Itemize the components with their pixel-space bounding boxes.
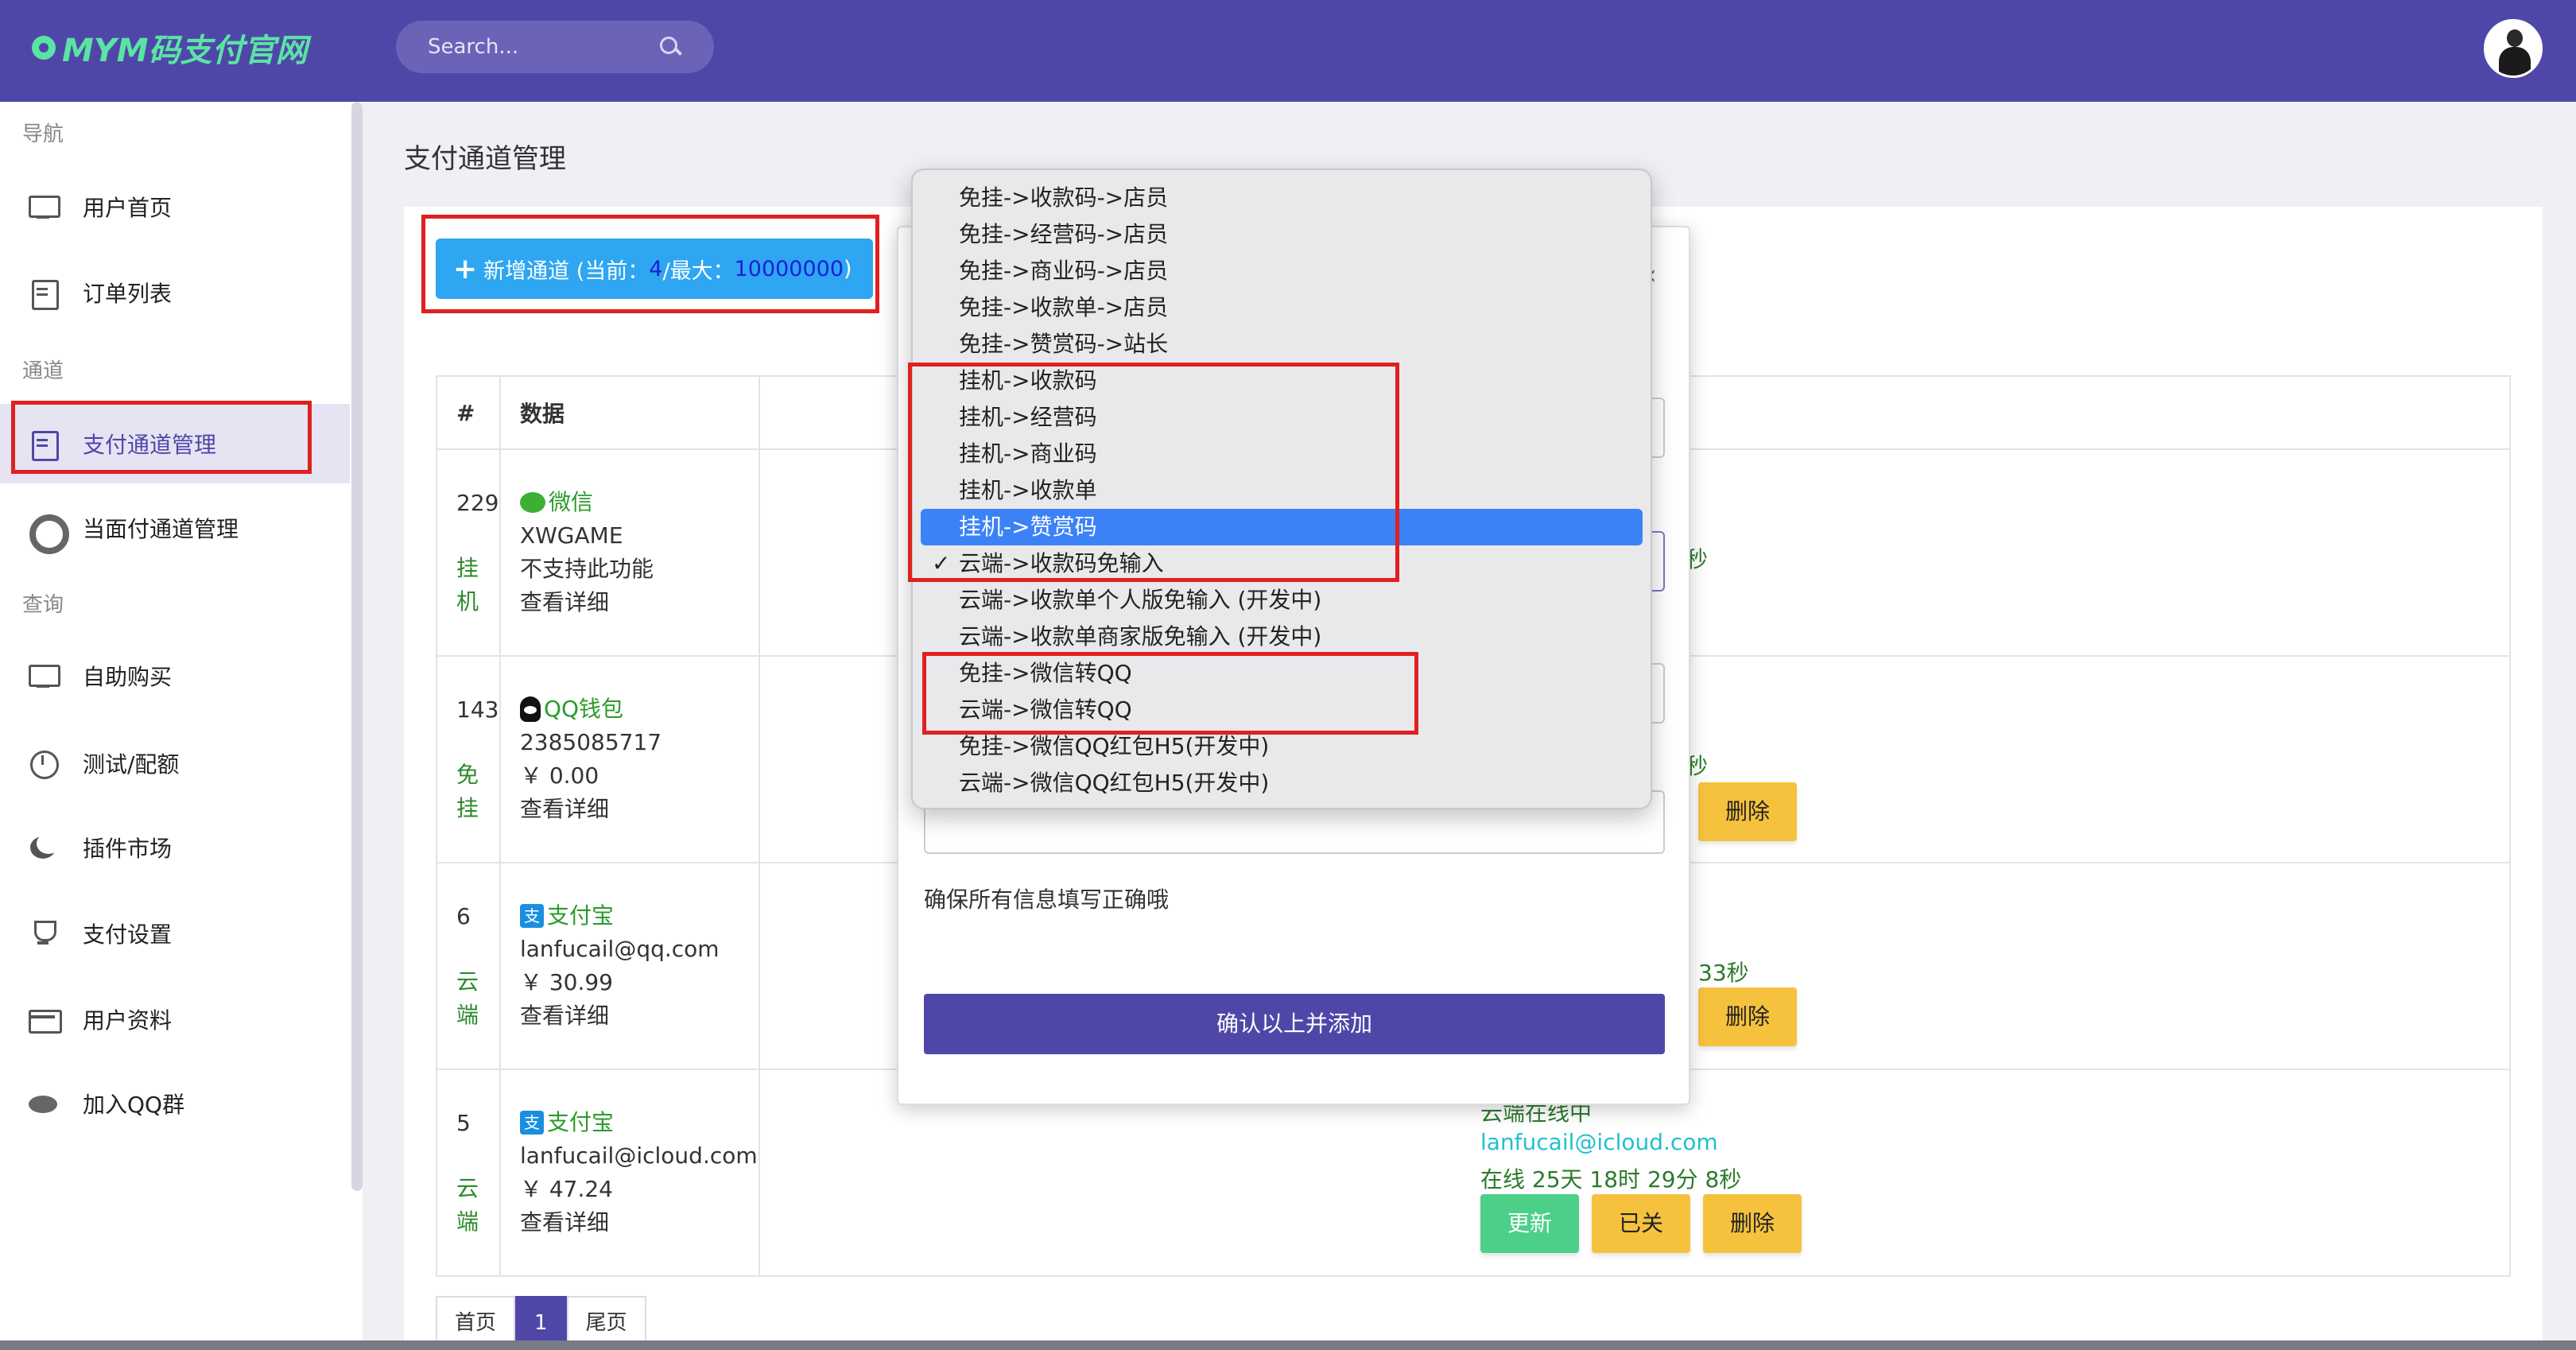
sidebar-scrollbar[interactable] (351, 102, 363, 1191)
row-type: 挂机 (456, 555, 479, 615)
dropdown-option[interactable]: 云端->微信QQ红包H5(开发中) (921, 765, 1643, 801)
status-online-time: 在线 25天 18时 29分 8秒 (1480, 1166, 1742, 1193)
top-bar: MYM码支付官网 Search... (0, 0, 2576, 102)
row-channel: 微信 (519, 486, 758, 519)
row-id: 143 (456, 696, 499, 723)
modal-note: 确保所有信息填写正确哦 (924, 886, 1170, 913)
search-input[interactable]: Search... (428, 35, 658, 59)
row-account: XWGAME (519, 522, 623, 549)
database-icon (27, 1088, 59, 1119)
row-detail-link[interactable]: 查看详细 (520, 586, 758, 619)
row-type: 云端 (456, 968, 479, 1028)
toggle-off-button[interactable]: 已关 (1592, 1194, 1691, 1253)
sidebar-item-f2f-channel[interactable]: 当面付通道管理 (0, 488, 350, 568)
annotation-box-sidebar (11, 401, 312, 474)
row-channel: QQ钱包 (519, 692, 758, 726)
sidebar-item-home[interactable]: 用户首页 (0, 167, 350, 246)
confirm-add-button[interactable]: 确认以上并添加 (924, 994, 1665, 1054)
sidebar-item-label: 支付设置 (83, 921, 173, 948)
card-icon (27, 1003, 62, 1035)
logo-text: MYM码支付官网 (62, 33, 308, 69)
row-detail-link[interactable]: 查看详细 (520, 999, 758, 1033)
sidebar-item-plugin-market[interactable]: 插件市场 (0, 808, 350, 887)
window-bottom-bar (0, 1340, 2576, 1350)
monitor-icon (27, 660, 60, 692)
delete-button[interactable]: 删除 (1703, 1194, 1802, 1253)
dropdown-option[interactable]: 免挂->收款码->店员 (921, 180, 1643, 216)
sidebar-item-qq-group[interactable]: 加入QQ群 (0, 1064, 350, 1143)
sidebar-item-pay-settings[interactable]: 支付设置 (0, 894, 350, 973)
dropdown-option[interactable]: 云端->收款单商家版免输入 (开发中) (921, 619, 1643, 655)
row-balance: ￥ 30.99 (519, 969, 613, 995)
sidebar-item-profile[interactable]: 用户资料 (0, 980, 350, 1059)
row-account: 2385085717 (519, 729, 662, 755)
dropdown-option[interactable]: 免挂->收款单->店员 (921, 289, 1643, 326)
page-title: 支付通道管理 (404, 143, 566, 175)
alipay-icon: 支 (519, 904, 544, 928)
row-id: 5 (456, 1110, 471, 1136)
lifebuoy-icon (27, 512, 69, 554)
sidebar-item-orders[interactable]: 订单列表 (0, 253, 350, 332)
row-status-tail: 33秒 (1698, 960, 1749, 986)
row-channel: 支支付宝 (519, 1106, 758, 1139)
sidebar-item-label: 插件市场 (83, 836, 173, 862)
sidebar-item-label: 订单列表 (83, 281, 173, 307)
avatar[interactable] (2484, 19, 2543, 78)
logo-icon (32, 36, 56, 60)
update-button[interactable]: 更新 (1480, 1194, 1580, 1253)
sidebar-item-label: 加入QQ群 (83, 1092, 185, 1118)
row-info: 不支持此功能 (519, 556, 654, 582)
section-title-query: 查询 (22, 593, 64, 617)
sidebar-item-label: 测试/配额 (83, 751, 180, 778)
delete-button[interactable]: 删除 (1698, 987, 1798, 1046)
moon-icon (27, 832, 60, 863)
annotation-box-hang-options (908, 363, 1399, 582)
sidebar-item-self-buy[interactable]: 自助购买 (0, 636, 350, 716)
section-title-channel: 通道 (22, 359, 64, 383)
row-type: 免挂 (456, 762, 479, 821)
row-detail-link[interactable]: 查看详细 (520, 1206, 758, 1239)
dropdown-option[interactable]: 免挂->商业码->店员 (921, 253, 1643, 289)
dropdown-option[interactable]: 云端->收款单个人版免输入 (开发中) (921, 582, 1643, 619)
search-icon[interactable] (658, 35, 682, 59)
section-title-nav: 导航 (22, 122, 64, 146)
monitor-icon (27, 191, 60, 223)
clock-icon (27, 747, 59, 779)
sidebar-item-label: 自助购买 (83, 664, 173, 690)
sidebar-item-label: 用户资料 (83, 1007, 173, 1034)
alipay-icon: 支 (519, 1111, 544, 1135)
wechat-icon (519, 492, 545, 513)
row-account: lanfucail@icloud.com (519, 1142, 758, 1169)
sidebar-item-test-quota[interactable]: 测试/配额 (0, 723, 350, 803)
document-icon (27, 277, 59, 310)
dropdown-option[interactable]: 免挂->经营码->店员 (921, 216, 1643, 253)
row-channel: 支支付宝 (519, 899, 758, 933)
search-box[interactable]: Search... (396, 21, 714, 73)
status-email: lanfucail@icloud.com (1480, 1129, 1718, 1155)
row-detail-link[interactable]: 查看详细 (520, 793, 758, 826)
sidebar-item-label: 当面付通道管理 (83, 516, 239, 542)
row-id: 6 (456, 903, 471, 929)
row-account: lanfucail@qq.com (519, 936, 720, 962)
dropdown-option[interactable]: 免挂->赞赏码->站长 (921, 326, 1643, 363)
annotation-box-add (421, 215, 879, 313)
column-header-data: 数据 (499, 375, 761, 450)
logo[interactable]: MYM码支付官网 (32, 24, 308, 72)
trophy-icon (27, 917, 59, 949)
delete-button[interactable]: 删除 (1698, 782, 1798, 841)
qq-icon (519, 696, 541, 722)
row-id: 229 (456, 490, 499, 516)
column-header-id: # (436, 375, 501, 450)
row-balance: ￥ 47.24 (519, 1176, 613, 1202)
row-balance: ￥ 0.00 (519, 762, 599, 789)
row-type: 云端 (456, 1175, 479, 1235)
annotation-box-qq-options (922, 652, 1418, 735)
sidebar-item-label: 用户首页 (83, 195, 173, 221)
